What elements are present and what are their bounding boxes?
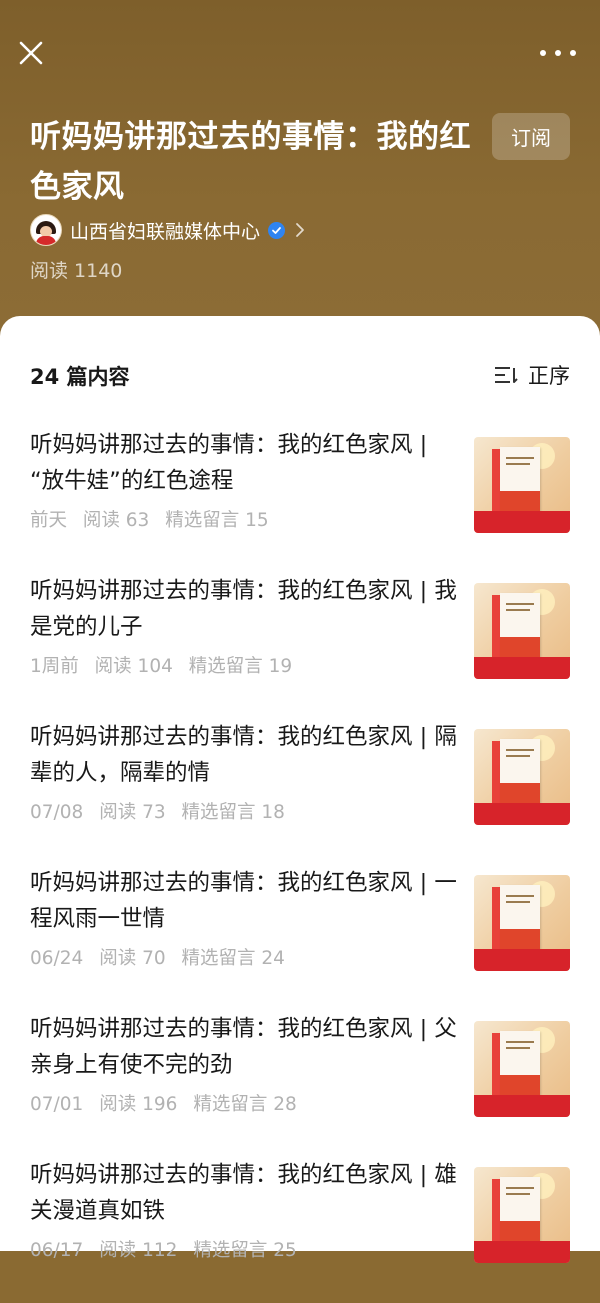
article-meta: 06/24 阅读 70 精选留言 24: [30, 944, 295, 970]
article-thumbnail: [474, 1167, 570, 1263]
article-date: 07/08: [30, 802, 84, 823]
article-date: 前天: [30, 510, 68, 531]
article-date: 1周前: [30, 656, 79, 677]
sort-icon: [495, 367, 518, 383]
article-count: 24 篇内容: [30, 365, 130, 389]
verified-icon: [268, 221, 286, 239]
author-link[interactable]: 山西省妇联融媒体中心: [30, 214, 305, 246]
article-comments: 精选留言 24: [181, 948, 285, 969]
article-title: 听妈妈讲那过去的事情：我的红色家风 | 父亲身上有使不完的劲: [30, 1016, 457, 1078]
article-meta: 07/08 阅读 73 精选留言 18: [30, 798, 295, 824]
sort-button[interactable]: 正序: [494, 360, 570, 390]
close-icon: [19, 41, 43, 65]
read-count: 阅读 1140: [30, 260, 123, 282]
article-comments: 精选留言 18: [181, 802, 285, 823]
article-comments: 精选留言 15: [165, 510, 269, 531]
article-reads: 阅读 196: [99, 1094, 178, 1115]
album-header: 听妈妈讲那过去的事情：我的红色家风 订阅 山西省妇联融媒体中心 阅读 1140: [0, 0, 600, 340]
article-thumbnail: [474, 1021, 570, 1117]
article-title: 听妈妈讲那过去的事情：我的红色家风 | 隔辈的人，隔辈的情: [30, 724, 457, 786]
article-title: 听妈妈讲那过去的事情：我的红色家风 | 雄关漫道真如铁: [30, 1162, 457, 1224]
more-button[interactable]: [540, 40, 576, 66]
list-item[interactable]: 听妈妈讲那过去的事情：我的红色家风 | 雄关漫道真如铁 06/17 阅读 112…: [0, 1157, 600, 1303]
article-date: 07/01: [30, 1094, 84, 1115]
article-comments: 精选留言 19: [188, 656, 293, 677]
article-meta: 06/17 阅读 112 精选留言 25: [30, 1236, 307, 1262]
article-reads: 阅读 70: [99, 948, 166, 969]
article-meta: 1周前 阅读 104 精选留言 19: [30, 652, 302, 678]
list-item[interactable]: 听妈妈讲那过去的事情：我的红色家风 | 一程风雨一世情 06/24 阅读 70 …: [0, 865, 600, 1011]
article-thumbnail: [474, 437, 570, 533]
article-thumbnail: [474, 729, 570, 825]
chevron-right-icon: [296, 223, 304, 237]
list-item[interactable]: 听妈妈讲那过去的事情：我的红色家风 | 隔辈的人，隔辈的情 07/08 阅读 7…: [0, 719, 600, 865]
article-title: 听妈妈讲那过去的事情：我的红色家风 | “放牛娃”的红色途程: [30, 432, 428, 494]
article-list-panel: 24 篇内容 正序 听妈妈讲那过去的事情：我的红色家风 | “放牛娃”的红色途程…: [0, 316, 600, 1263]
list-item[interactable]: 听妈妈讲那过去的事情：我的红色家风 | 父亲身上有使不完的劲 07/01 阅读 …: [0, 1011, 600, 1157]
article-reads: 阅读 63: [82, 510, 150, 531]
article-meta: 07/01 阅读 196 精选留言 28: [30, 1090, 307, 1116]
article-reads: 阅读 104: [94, 656, 173, 677]
close-button[interactable]: [16, 38, 46, 68]
list-item[interactable]: 听妈妈讲那过去的事情：我的红色家风 | “放牛娃”的红色途程 前天 阅读 63 …: [0, 427, 600, 573]
album-title: 听妈妈讲那过去的事情：我的红色家风: [30, 119, 471, 205]
article-title: 听妈妈讲那过去的事情：我的红色家风 | 我是党的儿子: [30, 578, 457, 640]
article-thumbnail: [474, 875, 570, 971]
subscribe-button[interactable]: 订阅: [492, 113, 570, 160]
article-meta: 前天 阅读 63 精选留言 15: [30, 506, 279, 532]
article-reads: 阅读 73: [99, 802, 166, 823]
sort-label: 正序: [528, 364, 570, 388]
article-date: 06/24: [30, 948, 84, 969]
more-icon: [540, 50, 546, 56]
author-name: 山西省妇联融媒体中心: [70, 220, 261, 243]
list-item[interactable]: 听妈妈讲那过去的事情：我的红色家风 | 我是党的儿子 1周前 阅读 104 精选…: [0, 573, 600, 719]
avatar: [30, 214, 62, 246]
article-title: 听妈妈讲那过去的事情：我的红色家风 | 一程风雨一世情: [30, 870, 457, 932]
article-comments: 精选留言 28: [193, 1094, 297, 1115]
article-thumbnail: [474, 583, 570, 679]
